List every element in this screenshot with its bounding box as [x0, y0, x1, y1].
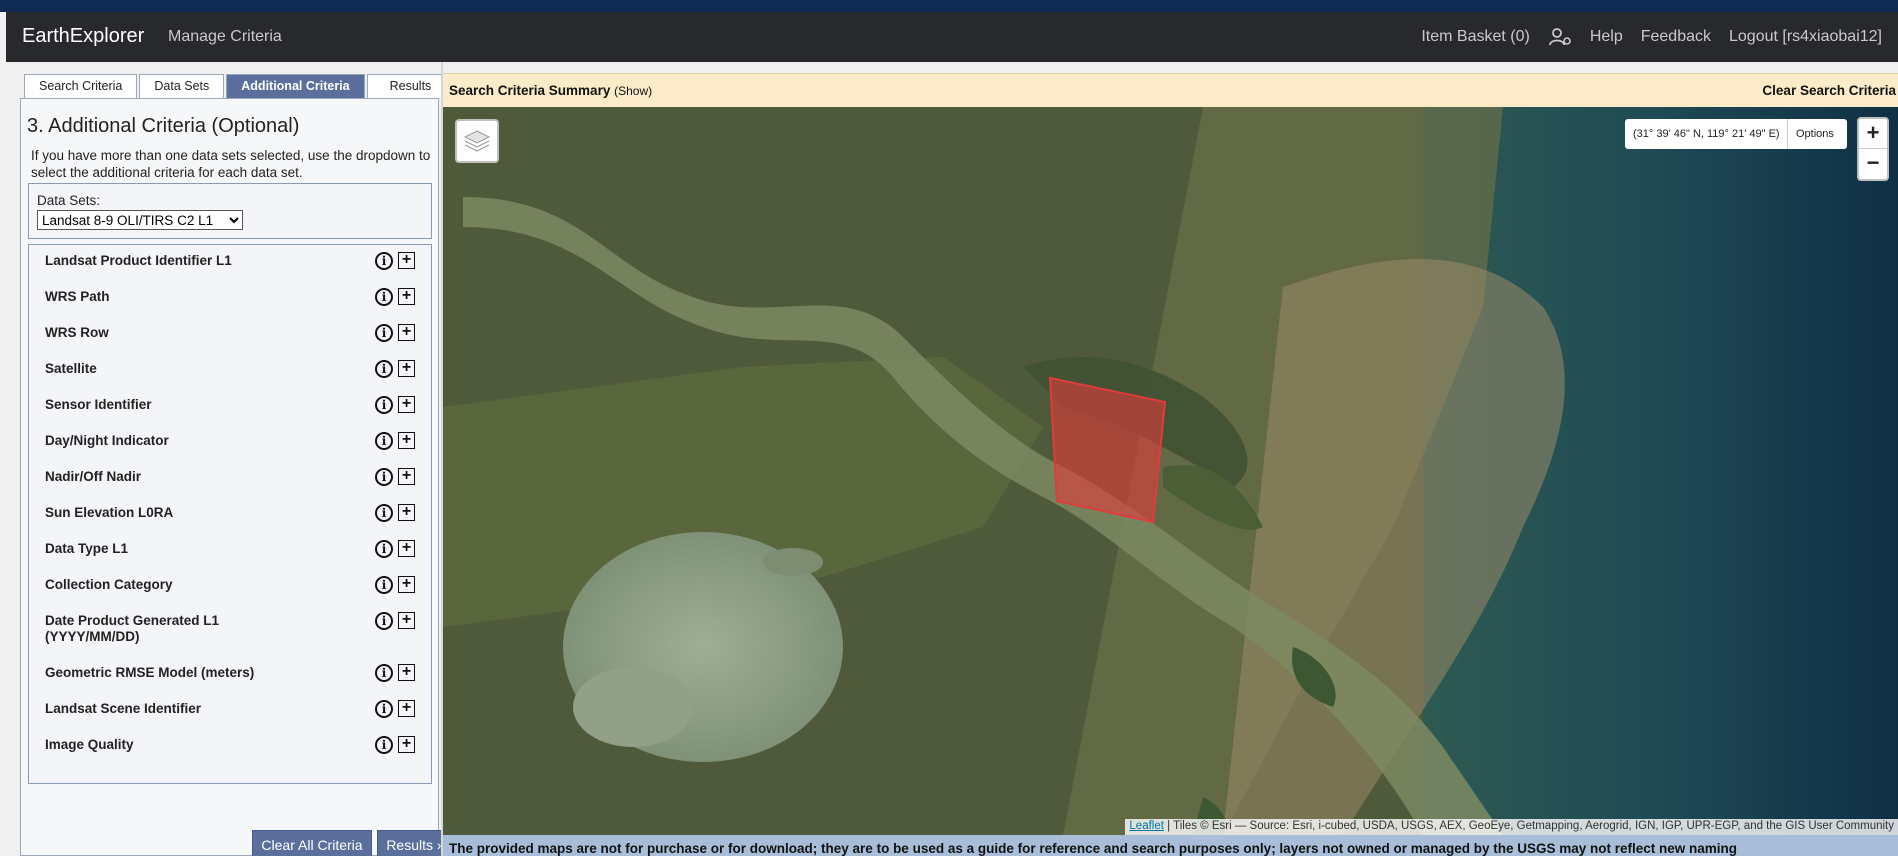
- tab-data-sets[interactable]: Data Sets: [139, 74, 225, 98]
- map-disclaimer-notice: The provided maps are not for purchase o…: [443, 835, 1898, 856]
- summary-show-link[interactable]: (Show): [614, 84, 652, 98]
- feedback-link[interactable]: Feedback: [1641, 28, 1711, 46]
- info-icon[interactable]: i: [375, 612, 393, 630]
- info-icon[interactable]: i: [375, 540, 393, 558]
- header-right-nav: Item Basket (0) Help Feedback Logout [rs…: [1421, 27, 1882, 47]
- leaflet-link[interactable]: Leaflet: [1129, 820, 1164, 832]
- zoom-out-button[interactable]: −: [1859, 149, 1887, 179]
- criterion-label: Day/Night Indicator: [45, 433, 169, 448]
- coordinate-readout: (31° 39' 46" N, 119° 21' 49" E) Options: [1625, 119, 1847, 149]
- summary-title: Search Criteria Summary: [449, 83, 611, 98]
- expand-plus-icon[interactable]: +: [398, 432, 415, 449]
- tab-search-criteria[interactable]: Search Criteria: [24, 74, 138, 98]
- expand-plus-icon[interactable]: +: [398, 252, 415, 269]
- info-icon[interactable]: i: [375, 396, 393, 414]
- help-link[interactable]: Help: [1590, 28, 1623, 46]
- criterion-label: Collection Category: [45, 577, 173, 592]
- criterion-label: WRS Row: [45, 325, 109, 340]
- logout-link[interactable]: Logout [rs4xiaobai12]: [1729, 28, 1882, 46]
- panel-help-text: If you have more than one data sets sele…: [31, 148, 431, 180]
- zoom-control: + −: [1857, 117, 1889, 181]
- item-basket-link[interactable]: Item Basket (0): [1421, 28, 1529, 46]
- criterion-label: Date Product Generated L1 (YYYY/MM/DD): [45, 613, 220, 644]
- clear-search-criteria-link[interactable]: Clear Search Criteria: [1762, 83, 1896, 98]
- map-attribution: Leaflet | Tiles © Esri — Source: Esri, i…: [1125, 819, 1898, 835]
- area-of-interest-polygon[interactable]: [1048, 376, 1167, 524]
- info-icon[interactable]: i: [375, 288, 393, 306]
- expand-plus-icon[interactable]: +: [398, 504, 415, 521]
- info-icon[interactable]: i: [375, 664, 393, 682]
- criterion-label: WRS Path: [45, 289, 110, 304]
- criteria-tabs: Search Criteria Data Sets Additional Cri…: [24, 74, 455, 98]
- criterion-label: Sun Elevation L0RA: [45, 505, 174, 520]
- criterion-label: Landsat Scene Identifier: [45, 701, 202, 716]
- summary-title-wrap: Search Criteria Summary (Show): [449, 83, 652, 98]
- expand-plus-icon[interactable]: +: [398, 612, 415, 629]
- info-icon[interactable]: i: [375, 576, 393, 594]
- expand-plus-icon[interactable]: +: [398, 700, 415, 717]
- layers-icon: [463, 130, 491, 152]
- info-icon[interactable]: i: [375, 504, 393, 522]
- left-panel: Search Criteria Data Sets Additional Cri…: [0, 62, 455, 856]
- criteria-list: Landsat Product Identifier L1 i + WRS Pa…: [28, 244, 432, 784]
- criterion-label: Landsat Product Identifier L1: [45, 253, 232, 268]
- zoom-in-button[interactable]: +: [1859, 119, 1887, 149]
- expand-plus-icon[interactable]: +: [398, 540, 415, 557]
- app-header: EarthExplorer Manage Criteria Item Baske…: [6, 12, 1898, 62]
- attribution-text: | Tiles © Esri — Source: Esri, i-cubed, …: [1163, 820, 1894, 832]
- criterion-label: Sensor Identifier: [45, 397, 152, 412]
- info-icon[interactable]: i: [375, 700, 393, 718]
- info-icon[interactable]: i: [375, 324, 393, 342]
- expand-plus-icon[interactable]: +: [398, 468, 415, 485]
- tab-additional-criteria[interactable]: Additional Criteria: [226, 74, 365, 98]
- map-options-button[interactable]: Options: [1787, 119, 1847, 149]
- browser-top-strip: [0, 0, 1898, 12]
- manage-criteria-link[interactable]: Manage Criteria: [168, 28, 282, 46]
- user-settings-icon[interactable]: [1548, 27, 1572, 47]
- app-brand[interactable]: EarthExplorer: [22, 25, 144, 48]
- datasets-label: Data Sets:: [37, 193, 101, 208]
- criterion-label: Nadir/Off Nadir: [45, 469, 142, 484]
- info-icon[interactable]: i: [375, 468, 393, 486]
- info-icon[interactable]: i: [375, 360, 393, 378]
- expand-plus-icon[interactable]: +: [398, 324, 415, 341]
- expand-plus-icon[interactable]: +: [398, 360, 415, 377]
- additional-criteria-panel: 3. Additional Criteria (Optional) If you…: [20, 98, 454, 856]
- layers-button[interactable]: [455, 119, 499, 163]
- expand-plus-icon[interactable]: +: [398, 736, 415, 753]
- criterion-label: Data Type L1: [45, 541, 129, 556]
- expand-plus-icon[interactable]: +: [398, 396, 415, 413]
- datasets-dropdown[interactable]: Landsat 8-9 OLI/TIRS C2 L1: [37, 210, 243, 230]
- panel-title: 3. Additional Criteria (Optional): [27, 115, 300, 137]
- map-view[interactable]: (31° 39' 46" N, 119° 21' 49" E) Options …: [443, 107, 1898, 835]
- expand-plus-icon[interactable]: +: [398, 664, 415, 681]
- criterion-label: Image Quality: [45, 737, 134, 752]
- info-icon[interactable]: i: [375, 736, 393, 754]
- expand-plus-icon[interactable]: +: [398, 576, 415, 593]
- search-criteria-summary-bar: Search Criteria Summary (Show) Clear Sea…: [443, 73, 1898, 107]
- search-area-overlay: [1048, 376, 1167, 524]
- expand-plus-icon[interactable]: +: [398, 288, 415, 305]
- criterion-label: Satellite: [45, 361, 97, 376]
- info-icon[interactable]: i: [375, 432, 393, 450]
- clear-all-criteria-button[interactable]: Clear All Criteria: [252, 830, 372, 856]
- datasets-selector-box: Data Sets: Landsat 8-9 OLI/TIRS C2 L1: [28, 183, 432, 239]
- info-icon[interactable]: i: [375, 252, 393, 270]
- criterion-label: Geometric RMSE Model (meters): [45, 665, 255, 680]
- coordinate-text: (31° 39' 46" N, 119° 21' 49" E): [1633, 128, 1780, 140]
